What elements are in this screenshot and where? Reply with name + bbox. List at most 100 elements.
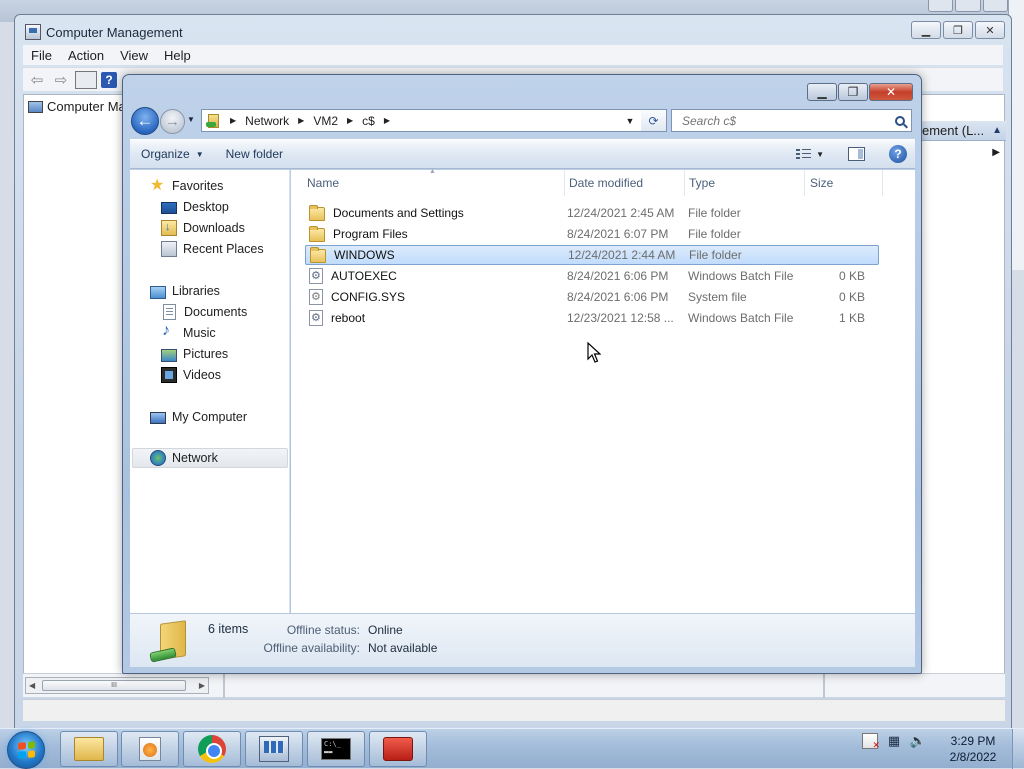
column-header-name[interactable]: Name ▲: [291, 168, 565, 196]
forward-button[interactable]: →: [160, 109, 185, 134]
scroll-right-icon[interactable]: ▶: [199, 681, 205, 690]
file-row[interactable]: Program Files 8/24/2021 6:07 PM File fol…: [305, 224, 879, 244]
forward-arrow-icon[interactable]: ⇨: [51, 71, 71, 89]
help-icon[interactable]: ?: [101, 71, 117, 88]
taskbar-explorer[interactable]: [60, 731, 118, 767]
nav-favorites[interactable]: Favorites: [150, 175, 223, 196]
change-view-icon[interactable]: [796, 148, 812, 161]
taskbar-chrome[interactable]: [183, 731, 241, 767]
explorer-maximize-button[interactable]: ❐: [838, 83, 868, 101]
breadcrumb-network[interactable]: Network: [245, 114, 289, 128]
address-history-dropdown-icon[interactable]: ▼: [620, 109, 640, 132]
help-icon[interactable]: ?: [889, 145, 907, 163]
nav-videos[interactable]: Videos: [161, 365, 221, 385]
preview-pane-icon[interactable]: [848, 147, 865, 161]
explorer-minimize-button[interactable]: ▁: [807, 83, 837, 101]
pane-splitter[interactable]: [223, 674, 225, 698]
pane-splitter-actions[interactable]: [823, 674, 825, 698]
views-dropdown-icon[interactable]: ▼: [816, 150, 824, 159]
command-bar-right: ▼ ?: [796, 145, 915, 163]
refresh-button[interactable]: ⟳: [641, 109, 667, 132]
nav-my-computer[interactable]: My Computer: [150, 407, 247, 427]
explorer-close-button[interactable]: ✕: [869, 83, 913, 101]
column-header-date[interactable]: Date modified: [565, 170, 685, 196]
breadcrumb-chevron-icon[interactable]: ▶: [230, 116, 236, 125]
cm-horizontal-scrollbar[interactable]: ◀ III ▶: [25, 677, 209, 694]
cm-menubar: File Action View Help: [23, 45, 1003, 65]
nav-network[interactable]: Network: [132, 448, 288, 468]
file-row-selected[interactable]: WINDOWS 12/24/2021 2:44 AM File folder: [305, 245, 879, 265]
file-row[interactable]: reboot 12/23/2021 12:58 ... Windows Batc…: [305, 308, 879, 328]
action-center-icon[interactable]: [862, 733, 880, 751]
taskbar-command-prompt[interactable]: C:\_ ▬▬: [307, 731, 365, 767]
breadcrumb-c-share[interactable]: c$: [362, 114, 375, 128]
menu-help[interactable]: Help: [156, 48, 199, 63]
show-hide-console-tree-icon[interactable]: [75, 70, 97, 89]
offline-availability-value: Not available: [368, 641, 438, 655]
file-row[interactable]: AUTOEXEC 8/24/2021 6:06 PM Windows Batch…: [305, 266, 879, 286]
scroll-thumb[interactable]: III: [42, 680, 186, 691]
start-button[interactable]: [7, 731, 45, 769]
breadcrumb-chevron-icon[interactable]: ▶: [384, 116, 390, 125]
file-date: 8/24/2021 6:07 PM: [567, 227, 669, 241]
file-name-cell: Program Files: [309, 225, 408, 242]
network-status-icon[interactable]: ▦: [886, 733, 902, 749]
nav-documents[interactable]: Documents: [163, 302, 247, 322]
nav-pictures[interactable]: Pictures: [161, 344, 228, 364]
column-header-size[interactable]: Size: [805, 170, 883, 196]
address-bar[interactable]: ▶ Network ▶ VM2 ▶ c$ ▶: [201, 109, 667, 132]
clock[interactable]: 3:29 PM 2/8/2022: [940, 733, 1006, 765]
command-bar: Organize ▼ New folder ▼ ?: [130, 139, 915, 169]
computer-icon: [28, 100, 43, 113]
details-pane: 6 items Offline status: Online Offline a…: [130, 613, 915, 667]
menu-action[interactable]: Action: [60, 48, 112, 63]
column-header-type[interactable]: Type: [685, 170, 805, 196]
nav-libraries[interactable]: Libraries: [150, 281, 220, 301]
file-size: 1 KB: [838, 311, 865, 325]
nav-desktop[interactable]: Desktop: [161, 197, 229, 217]
chevron-right-icon: ▶: [992, 147, 1000, 158]
back-button[interactable]: ←: [131, 107, 159, 135]
search-icon[interactable]: [895, 115, 905, 126]
volume-icon[interactable]: 🔈: [910, 733, 926, 749]
collapse-up-icon[interactable]: ▲: [992, 125, 1002, 136]
recent-pages-dropdown[interactable]: ▼: [187, 115, 195, 124]
sort-ascending-icon: ▲: [429, 168, 436, 175]
file-type: File folder: [688, 227, 741, 241]
nav-recent-places[interactable]: Recent Places: [161, 239, 264, 259]
scroll-left-icon[interactable]: ◀: [29, 681, 35, 690]
show-desktop-button[interactable]: [1012, 729, 1024, 769]
search-input[interactable]: [680, 112, 880, 129]
breadcrumb-chevron-icon[interactable]: ▶: [347, 116, 353, 125]
column-size-label: Size: [810, 176, 834, 190]
file-row[interactable]: CONFIG.SYS 8/24/2021 6:06 PM System file…: [305, 287, 879, 307]
breadcrumb-chevron-icon[interactable]: ▶: [298, 116, 304, 125]
nav-music[interactable]: Music: [161, 322, 216, 343]
file-date: 12/24/2021 2:44 AM: [568, 248, 676, 262]
file-name-cell: WINDOWS: [310, 246, 395, 263]
cm-maximize-button[interactable]: ❐: [943, 21, 973, 39]
menu-file[interactable]: File: [23, 48, 60, 63]
file-date: 12/23/2021 12:58 ...: [567, 311, 674, 325]
taskbar-media-player[interactable]: [121, 731, 179, 767]
file-row[interactable]: Documents and Settings 12/24/2021 2:45 A…: [305, 203, 879, 223]
taskbar-toolbox[interactable]: [369, 731, 427, 767]
search-box[interactable]: [671, 109, 912, 132]
breadcrumb-vm2[interactable]: VM2: [313, 114, 338, 128]
cm-tree-root[interactable]: Computer Ma: [28, 99, 126, 114]
cm-more-actions[interactable]: ▶: [922, 147, 1006, 165]
new-folder-button[interactable]: New folder: [215, 147, 294, 161]
system-file-icon: [309, 289, 323, 305]
cm-close-button[interactable]: ✕: [975, 21, 1005, 39]
chevron-down-icon: ▼: [195, 149, 204, 159]
nav-downloads[interactable]: Downloads: [161, 218, 245, 238]
nav-network-label: Network: [172, 451, 218, 465]
network-icon: [150, 450, 166, 466]
file-name-cell: CONFIG.SYS: [309, 289, 405, 305]
back-arrow-icon[interactable]: ⇦: [27, 71, 47, 89]
taskbar-computer-management[interactable]: [245, 731, 303, 767]
organize-button[interactable]: Organize ▼: [130, 147, 215, 161]
cm-actions-header[interactable]: ement (L... ▲: [922, 121, 1006, 141]
cm-minimize-button[interactable]: ▁: [911, 21, 941, 39]
menu-view[interactable]: View: [112, 48, 156, 63]
